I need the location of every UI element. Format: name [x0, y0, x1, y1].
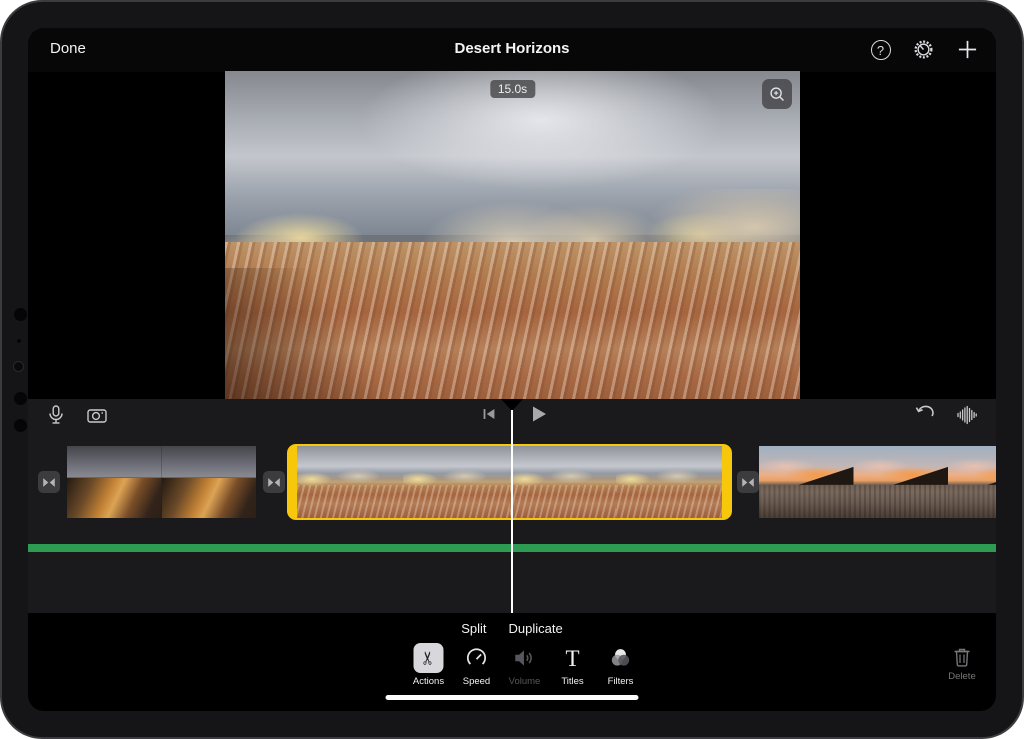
transition-icon [266, 476, 282, 489]
play-icon [526, 402, 550, 426]
undo-button[interactable] [913, 403, 937, 427]
transition-button-1[interactable] [38, 471, 60, 493]
duration-badge: 15.0s [490, 80, 535, 98]
record-voiceover-button[interactable] [44, 403, 68, 427]
split-button[interactable]: Split [461, 621, 486, 636]
overlapping-circles-icon [608, 645, 634, 671]
timeline-section [28, 399, 996, 613]
record-video-button[interactable] [85, 403, 109, 427]
tab-volume[interactable]: Volume [508, 643, 542, 687]
waveform-icon [955, 403, 979, 427]
toolbar-label: Filters [608, 676, 634, 687]
add-media-button[interactable] [956, 38, 979, 61]
clip-thumbnail [297, 446, 403, 518]
camera-icon [85, 403, 109, 427]
delete-label: Delete [948, 671, 975, 682]
transition-icon [740, 476, 756, 489]
stage: Done Desert Horizons ? [0, 0, 1024, 739]
trim-handle-left[interactable] [287, 446, 297, 518]
home-indicator[interactable] [386, 695, 639, 700]
toolbar-label: Volume [509, 676, 541, 687]
top-navigation-bar: Done Desert Horizons ? [28, 28, 996, 72]
toolbar-label: Actions [413, 676, 444, 687]
delete-button[interactable]: Delete [940, 645, 984, 682]
clip-thumbnail [854, 446, 949, 518]
preview-shadow [225, 268, 398, 399]
clip-sunset[interactable] [759, 446, 996, 518]
selected-clip-thumbnails [297, 446, 722, 518]
imovie-screen: Done Desert Horizons ? [28, 28, 996, 711]
front-camera [14, 308, 27, 321]
clip-thumbnail [510, 446, 616, 518]
trim-handle-right[interactable] [722, 446, 732, 518]
letter-t-icon: T [565, 647, 579, 670]
project-settings-button[interactable] [912, 38, 935, 61]
preview-zoom-button[interactable] [762, 79, 792, 109]
clip-edit-menu: Split Duplicate [28, 621, 996, 636]
tab-filters[interactable]: Filters [604, 643, 638, 687]
question-mark-icon: ? [871, 40, 891, 60]
tab-actions[interactable]: ✂ Actions [412, 643, 446, 687]
clip-toolbar: ✂ Actions Speed [412, 643, 638, 687]
clip-white-pocket-selected[interactable] [287, 444, 732, 520]
playhead-line[interactable] [511, 410, 513, 613]
transition-button-2[interactable] [263, 471, 285, 493]
bottom-panel: Split Duplicate ✂ Actions Speed [28, 613, 996, 711]
video-preview[interactable]: 15.0s [225, 71, 800, 399]
tab-titles[interactable]: T Titles [556, 643, 590, 687]
tab-speed[interactable]: Speed [460, 643, 494, 687]
sensor-large [14, 392, 27, 405]
scissors-icon: ✂ [420, 650, 438, 665]
audio-waveform-button[interactable] [955, 403, 979, 427]
skip-to-start-button[interactable] [480, 405, 498, 423]
clip-dark-ridge[interactable] [67, 446, 256, 518]
duplicate-button[interactable]: Duplicate [509, 621, 563, 636]
clip-thumbnail [616, 446, 722, 518]
play-button[interactable] [526, 402, 550, 426]
toolbar-label: Speed [463, 676, 490, 687]
trash-icon [950, 645, 974, 669]
clip-thumbnail [759, 446, 854, 518]
help-button[interactable]: ? [869, 38, 892, 61]
skip-back-icon [480, 405, 498, 423]
camera-ring [13, 361, 24, 372]
undo-arrow-icon [913, 403, 937, 427]
plus-icon [957, 39, 978, 60]
project-title: Desert Horizons [28, 40, 996, 57]
sensor-dot [17, 339, 21, 343]
sensor-large-2 [14, 419, 27, 432]
microphone-icon [44, 403, 68, 427]
speaker-icon [512, 645, 538, 671]
clip-thumbnail [948, 446, 996, 518]
magnifier-plus-icon [768, 85, 786, 103]
clip-thumbnail [403, 446, 509, 518]
speedometer-icon [464, 645, 490, 671]
clip-thumbnail [67, 446, 162, 518]
toolbar-label: Titles [561, 676, 583, 687]
transition-icon [41, 476, 57, 489]
transition-button-3[interactable] [737, 471, 759, 493]
gear-icon [912, 38, 935, 61]
clip-thumbnail [162, 446, 257, 518]
